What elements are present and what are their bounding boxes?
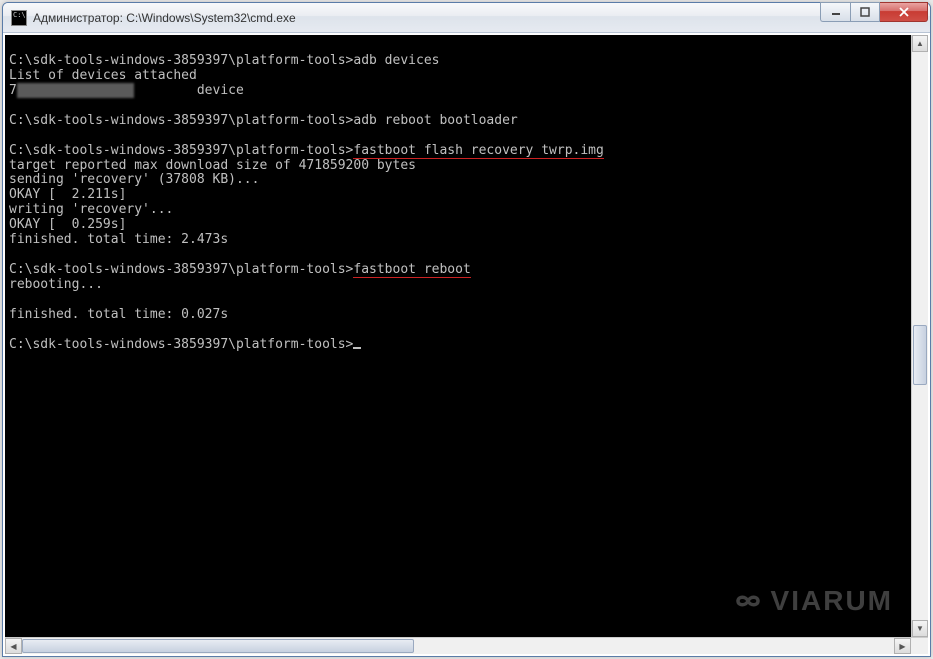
console-output[interactable]: C:\sdk-tools-windows-3859397\platform-to… [5,35,911,637]
window-controls [820,2,928,22]
watermark: VIARUM [729,585,893,617]
scroll-up-button[interactable]: ▲ [912,35,928,52]
vscroll-thumb[interactable] [913,325,927,385]
masked-serial: xxxxxxxxxxxxxxx [17,83,134,98]
hscroll-track[interactable] [22,638,894,654]
vertical-scrollbar[interactable]: ▲ ▼ [911,35,928,637]
highlighted-command-flash: fastboot flash recovery twrp.img [353,143,603,159]
cmd-icon [11,10,27,26]
scroll-left-button[interactable]: ◀ [5,638,22,654]
scroll-down-button[interactable]: ▼ [912,620,928,637]
window-title: Администратор: C:\Windows\System32\cmd.e… [33,11,820,25]
terminal-text: C:\sdk-tools-windows-3859397\platform-to… [9,39,907,353]
scroll-right-button[interactable]: ▶ [894,638,911,654]
console-client-area: C:\sdk-tools-windows-3859397\platform-to… [3,33,930,656]
maximize-button[interactable] [850,2,880,22]
horizontal-scrollbar[interactable]: ◀ ▶ [5,637,928,654]
vscroll-track[interactable] [912,52,928,620]
highlighted-command-reboot: fastboot reboot [353,262,470,278]
cmd-window: Администратор: C:\Windows\System32\cmd.e… [2,2,931,657]
titlebar[interactable]: Администратор: C:\Windows\System32\cmd.e… [3,3,930,33]
hscroll-thumb[interactable] [22,639,414,653]
close-button[interactable] [880,2,928,22]
text-cursor [353,347,361,349]
infinity-icon [729,589,767,613]
scroll-corner [911,638,928,654]
minimize-button[interactable] [820,2,850,22]
